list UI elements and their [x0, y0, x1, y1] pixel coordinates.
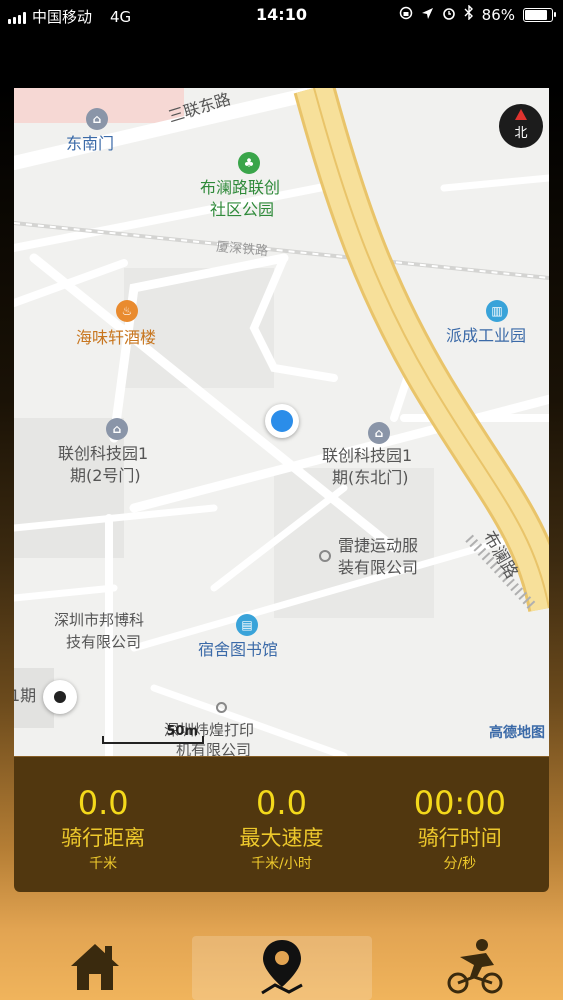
- label-library[interactable]: 宿舍图书馆: [198, 640, 278, 660]
- stat-max-speed: 0.0 最大速度 千米/小时: [192, 757, 370, 892]
- distance-label: 骑行距离: [61, 826, 146, 850]
- ride-time-unit: 分/秒: [443, 856, 477, 872]
- map-view[interactable]: 北 ⌂ 东南门 三联东路 ♣ 布澜路联创 社区公园 厦深铁路 ♨ 海味轩酒楼 ▥…: [14, 88, 549, 756]
- cyclist-icon: [446, 937, 504, 999]
- ride-stats-panel: 0.0 骑行距离 千米 0.0 最大速度 千米/小时 00:00 骑行时间 分/…: [14, 757, 549, 892]
- scale-label: 50m: [166, 724, 198, 739]
- label-edge-fragment: 1期: [14, 686, 37, 705]
- stat-distance: 0.0 骑行距离 千米: [14, 757, 192, 892]
- compass-button[interactable]: 北: [499, 104, 543, 148]
- label-leijie-line2[interactable]: 装有限公司: [338, 558, 418, 578]
- poi-dot-icon[interactable]: [319, 550, 331, 562]
- distance-unit: 千米: [89, 856, 118, 872]
- map-pin-icon: [257, 937, 307, 999]
- poi-dot-icon-2[interactable]: [216, 702, 227, 713]
- label-bangbo-line1[interactable]: 深圳市邦博科: [54, 610, 144, 630]
- location-arrow-icon: [421, 6, 434, 24]
- max-speed-unit: 千米/小时: [251, 856, 312, 872]
- north-arrow-icon: [515, 109, 527, 120]
- alarm-icon: [442, 6, 456, 24]
- tab-riding[interactable]: [420, 936, 530, 1000]
- distance-value: 0.0: [77, 784, 129, 822]
- stat-ride-time: 00:00 骑行时间 分/秒: [371, 757, 549, 892]
- status-right: 86%: [399, 4, 556, 24]
- bluetooth-icon: [464, 4, 474, 24]
- status-bar: 中国移动 4G 14:10 86%: [0, 0, 563, 30]
- restaurant-icon[interactable]: ♨: [116, 300, 138, 322]
- label-bangbo-line2[interactable]: 技有限公司: [66, 632, 141, 652]
- map-scale-bar: 50m: [102, 724, 204, 746]
- tab-home[interactable]: [40, 936, 150, 1000]
- locate-me-button[interactable]: [43, 680, 77, 714]
- home-icon: [67, 938, 123, 998]
- compass-label: 北: [514, 125, 528, 141]
- industrial-park-icon[interactable]: ▥: [486, 300, 508, 322]
- max-speed-value: 0.0: [256, 784, 307, 822]
- label-lianchuang-ne-line2[interactable]: 期(东北门): [332, 468, 409, 488]
- ride-time-value: 00:00: [413, 784, 506, 822]
- label-lianchuang-gate2-line2[interactable]: 期(2号门): [70, 466, 141, 486]
- label-park-line2[interactable]: 社区公园: [210, 200, 274, 220]
- amap-logo: 高德地图: [489, 725, 545, 741]
- max-speed-label: 最大速度: [239, 826, 324, 850]
- label-lianchuang-ne-line1[interactable]: 联创科技园1: [322, 446, 412, 466]
- ride-time-label: 骑行时间: [417, 826, 502, 850]
- label-lianchuang-gate2-line1[interactable]: 联创科技园1: [58, 444, 148, 464]
- current-location-marker: [265, 404, 299, 438]
- label-paicheng[interactable]: 派成工业园: [446, 326, 526, 346]
- library-icon[interactable]: ▤: [236, 614, 258, 636]
- gate-icon-2[interactable]: ⌂: [106, 418, 128, 440]
- park-icon[interactable]: ♣: [238, 152, 260, 174]
- tab-map[interactable]: [192, 936, 372, 1000]
- bottom-tab-bar: [0, 930, 563, 1000]
- label-park-line1[interactable]: 布澜路联创: [200, 178, 280, 198]
- gate-icon-3[interactable]: ⌂: [368, 422, 390, 444]
- label-leijie-line1[interactable]: 雷捷运动服: [338, 536, 418, 556]
- battery-percent: 86%: [481, 5, 515, 24]
- battery-icon: [523, 7, 556, 22]
- rotation-lock-icon: [399, 6, 413, 24]
- gate-icon[interactable]: ⌂: [86, 108, 108, 130]
- label-restaurant[interactable]: 海味轩酒楼: [76, 328, 156, 348]
- label-dongnanmen[interactable]: 东南门: [66, 134, 114, 154]
